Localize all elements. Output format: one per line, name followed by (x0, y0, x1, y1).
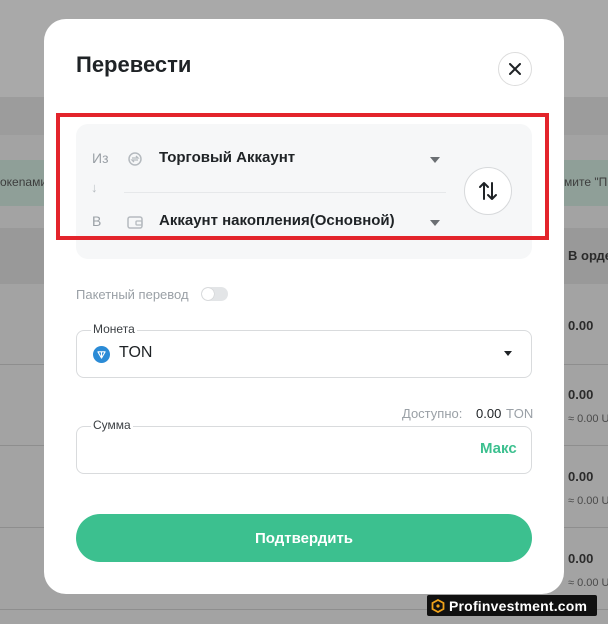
row-subvalue: ≈ 0.00 U (568, 577, 608, 589)
batch-transfer-toggle[interactable] (201, 287, 228, 301)
banner-text-left: океnами (0, 175, 48, 189)
banner-text-right: мите "П (564, 175, 608, 189)
coin-legend: Монета (91, 322, 137, 336)
row-subvalue: ≈ 0.00 U (568, 495, 608, 507)
profinvestment-logo (431, 598, 445, 613)
max-button[interactable]: Макс (480, 440, 517, 457)
chevron-down-icon (504, 351, 512, 356)
available-label: Доступно: (402, 406, 463, 421)
row-subvalue: ≈ 0.00 U (568, 413, 608, 425)
amount-legend: Сумма (91, 418, 133, 432)
table-header-in-orders: В орде (568, 248, 608, 263)
coin-select[interactable]: Монета TON (76, 322, 532, 378)
transfer-modal: Перевести Из Торговый Аккаунт ↓ В Аккаун… (44, 19, 564, 594)
available-value: 0.00 (476, 406, 502, 421)
confirm-button[interactable]: Подтвердить (76, 514, 532, 562)
close-icon (509, 63, 521, 75)
batch-transfer-label: Пакетный перевод (76, 287, 189, 302)
amount-field: Сумма Макс (76, 418, 532, 474)
coin-selected-value: TON (119, 344, 153, 361)
row-value: 0.00 (568, 551, 594, 566)
available-unit: TON (506, 406, 534, 421)
highlight-frame (56, 113, 549, 240)
row-value: 0.00 (568, 318, 594, 333)
toggle-knob (202, 288, 214, 300)
row-value: 0.00 (568, 469, 594, 484)
watermark: Profinvestment.com (427, 595, 597, 616)
amount-input[interactable] (89, 437, 473, 465)
close-button[interactable] (498, 52, 532, 86)
watermark-text: Profinvestment.com (449, 597, 588, 614)
modal-title: Перевести (76, 52, 192, 77)
ton-coin-icon (93, 346, 110, 363)
row-value: 0.00 (568, 387, 594, 402)
